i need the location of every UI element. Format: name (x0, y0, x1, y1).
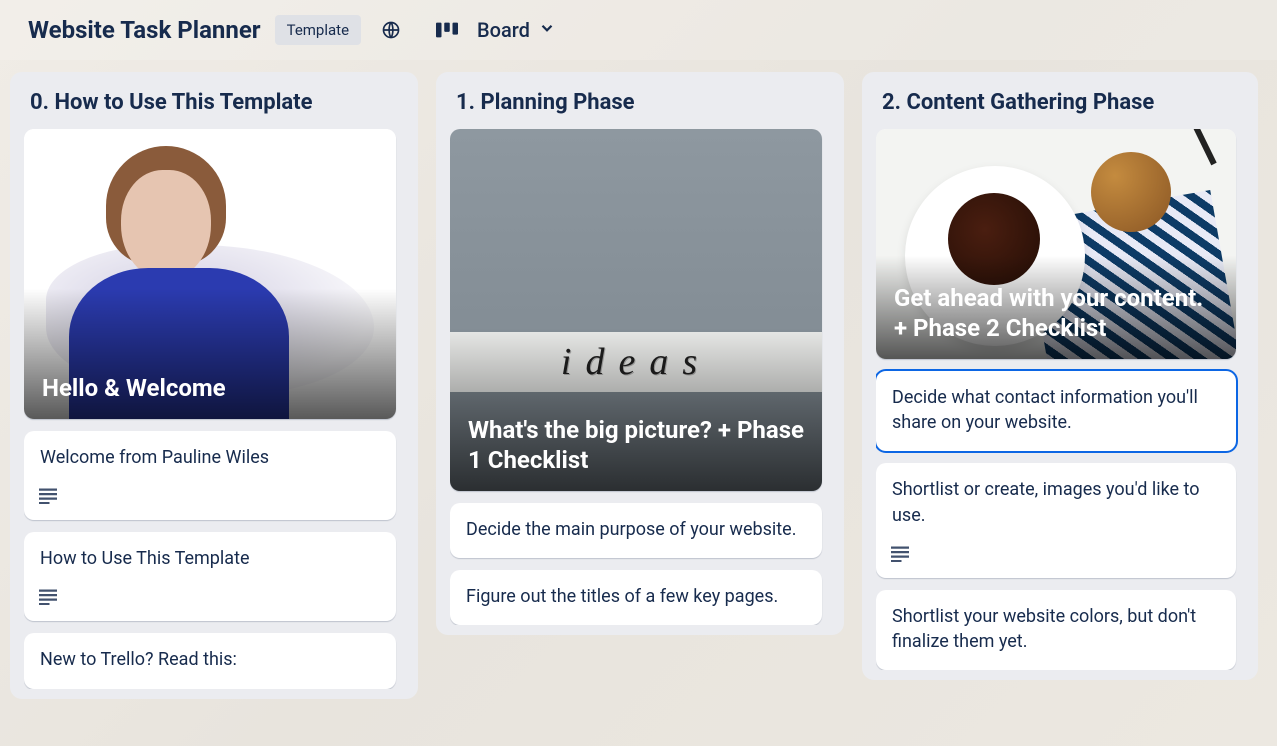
template-badge[interactable]: Template (275, 15, 361, 45)
card-text: Decide the main purpose of your website. (450, 503, 822, 558)
view-switcher[interactable]: Board (477, 18, 556, 42)
list-cards: Get ahead with your content. + Phase 2 C… (876, 129, 1246, 670)
board-title[interactable]: Website Task Planner (28, 16, 261, 44)
list-title[interactable]: 0. How to Use This Template (24, 86, 406, 129)
list-content-gathering: 2. Content Gathering Phase Get ahead wit… (862, 72, 1258, 680)
cover-title: Hello & Welcome (42, 373, 226, 403)
card-cover: Get ahead with your content. + Phase 2 C… (876, 129, 1236, 359)
card[interactable]: Welcome from Pauline Wiles (24, 431, 396, 520)
description-icon (38, 587, 58, 607)
card-text: Figure out the titles of a few key pages… (450, 570, 822, 625)
list-title[interactable]: 1. Planning Phase (450, 86, 832, 129)
list-cards: ideas What's the big picture? + Phase 1 … (450, 129, 832, 625)
globe-icon[interactable] (375, 14, 407, 46)
cover-title: Get ahead with your content. + Phase 2 C… (894, 283, 1218, 343)
card[interactable]: Decide the main purpose of your website. (450, 503, 822, 558)
card[interactable]: How to Use This Template (24, 532, 396, 621)
card-text: Welcome from Pauline Wiles (24, 431, 396, 486)
card[interactable]: Decide what contact information you'll s… (876, 371, 1236, 451)
card-text: Shortlist your website colors, but don't… (876, 590, 1236, 670)
card[interactable]: Shortlist your website colors, but don't… (876, 590, 1236, 670)
card-text: New to Trello? Read this: (24, 633, 396, 688)
view-label: Board (477, 18, 530, 42)
list-how-to-use: 0. How to Use This Template Hello & Welc… (10, 72, 418, 699)
description-icon (38, 486, 58, 506)
board-canvas[interactable]: 0. How to Use This Template Hello & Welc… (0, 60, 1277, 746)
board-view-icon[interactable] (431, 14, 463, 46)
card-text: Shortlist or create, images you'd like t… (876, 463, 1236, 543)
list-planning-phase: 1. Planning Phase ideas What's the big p… (436, 72, 844, 635)
cover-card[interactable]: ideas What's the big picture? + Phase 1 … (450, 129, 822, 491)
list-title[interactable]: 2. Content Gathering Phase (876, 86, 1246, 129)
card[interactable]: New to Trello? Read this: (24, 633, 396, 688)
card[interactable]: Shortlist or create, images you'd like t… (876, 463, 1236, 577)
card[interactable]: Figure out the titles of a few key pages… (450, 570, 822, 625)
card-cover: Hello & Welcome (24, 129, 396, 419)
chevron-down-icon (538, 18, 556, 42)
cover-card[interactable]: Get ahead with your content. + Phase 2 C… (876, 129, 1236, 359)
list-cards: Hello & Welcome Welcome from Pauline Wil… (24, 129, 406, 689)
cover-title: What's the big picture? + Phase 1 Checkl… (468, 415, 804, 475)
card-cover: ideas What's the big picture? + Phase 1 … (450, 129, 822, 491)
card-text: Decide what contact information you'll s… (876, 371, 1236, 451)
description-icon (890, 544, 910, 564)
cover-card[interactable]: Hello & Welcome (24, 129, 396, 419)
card-text: How to Use This Template (24, 532, 396, 587)
board-header: Website Task Planner Template Board (0, 0, 1277, 60)
